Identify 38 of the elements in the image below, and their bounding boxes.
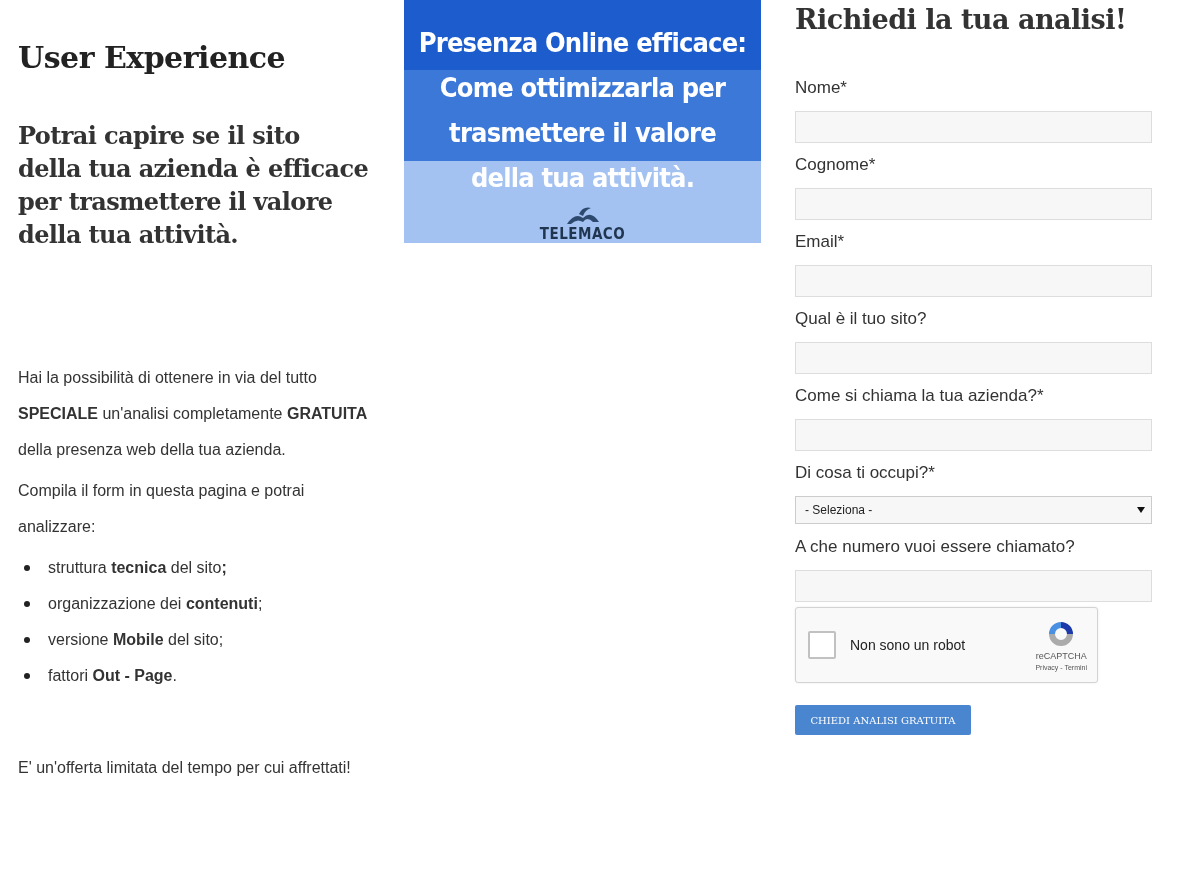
bullet-icon	[24, 565, 30, 571]
input-field[interactable]	[795, 265, 1152, 297]
select-field[interactable]: - Seleziona -	[795, 496, 1152, 524]
checkbox[interactable]	[808, 631, 836, 659]
field-label: Email*	[795, 231, 846, 253]
submit-button[interactable]: CHIEDI ANALISI GRATUITA	[795, 705, 971, 735]
field-label: A che numero vuoi essere chiamato?	[795, 536, 1076, 558]
bullet-icon	[24, 601, 30, 607]
input-field[interactable]	[795, 419, 1152, 451]
field-label: Come si chiama la tua azienda?*	[795, 385, 1045, 407]
input-field[interactable]	[795, 111, 1152, 143]
banner-text: della tua attività.	[470, 161, 695, 195]
input-field[interactable]	[795, 570, 1152, 602]
list-item: versione Mobile del sito;	[48, 631, 224, 649]
banner-text: Come ottimizzarla per	[439, 71, 726, 105]
captcha-label: Non sono un robot	[850, 637, 967, 653]
caret-icon	[1137, 507, 1145, 513]
field-label: Qual è il tuo sito?	[795, 308, 928, 330]
bullet-icon	[24, 637, 30, 643]
subtitle: Potrai capire se il sito della tua azienda è efficace per trasmettere il valore della tua attività.	[18, 120, 370, 251]
paragraph: E' un'offerta limitata del tempo per cui affrettati!	[18, 758, 352, 778]
field-label: Cognome*	[795, 154, 877, 176]
list-item: struttura tecnica del sito;	[48, 559, 227, 577]
input-field[interactable]	[795, 188, 1152, 220]
paragraph: Hai la possibilità di ottenere in via del tutto SPECIALE un'analisi completamente GRATUITA della presenza web della tua azienda.	[18, 368, 369, 460]
banner-text: Presenza Online efficace:	[418, 26, 747, 60]
page-title: User Experience	[18, 40, 287, 75]
logo-text: TELEMACO	[539, 226, 626, 242]
paragraph: Compila il form in questa pagina e potrai analizzare:	[18, 481, 306, 537]
captcha-brand: reCAPTCHA	[1035, 651, 1087, 661]
field-label: Di cosa ti occupi?*	[795, 462, 936, 484]
field-label: Nome*	[795, 77, 848, 99]
banner-text: trasmettere il valore	[449, 116, 716, 150]
list-item: organizzazione dei contenuti;	[48, 595, 263, 613]
list-item: fattori Out - Page.	[48, 667, 177, 685]
form-title: Richiedi la tua analisi!	[795, 4, 1128, 35]
bullet-icon	[24, 673, 30, 679]
input-field[interactable]	[795, 342, 1152, 374]
